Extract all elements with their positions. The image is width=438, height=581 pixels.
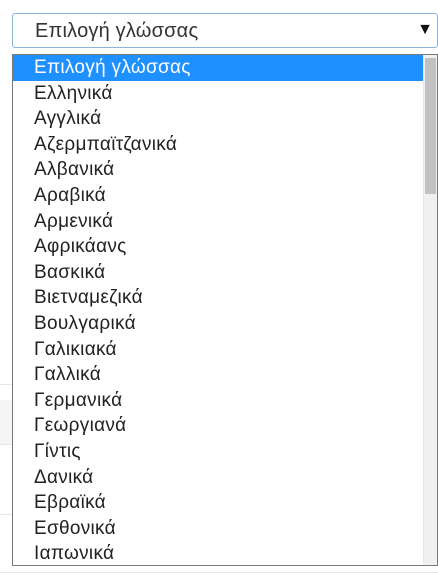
- option-list: Επιλογή γλώσσας Ελληνικά Αγγλικά Αζερμπαϊτζ…: [13, 55, 425, 565]
- page: Επιλογή γλώσσας ▼ Επιλογή γλώσσας Ελληνικ…: [0, 0, 438, 581]
- scrollbar-thumb[interactable]: [425, 58, 436, 194]
- language-option[interactable]: Αρμενικά: [13, 209, 425, 235]
- language-select[interactable]: Επιλογή γλώσσας ▼: [12, 13, 438, 48]
- language-option-selected[interactable]: Επιλογή γλώσσας: [13, 55, 425, 81]
- language-option[interactable]: Αφρικάανς: [13, 234, 425, 260]
- language-option[interactable]: Αγγλικά: [13, 106, 425, 132]
- language-option[interactable]: Γερμανικά: [13, 388, 425, 414]
- language-option[interactable]: Βασκικά: [13, 260, 425, 286]
- language-option[interactable]: Εσθονικά: [13, 516, 425, 542]
- language-option[interactable]: Γίντις: [13, 439, 425, 465]
- language-option[interactable]: Δανικά: [13, 465, 425, 491]
- language-option[interactable]: Ελληνικά: [13, 81, 425, 107]
- language-option[interactable]: Αλβανικά: [13, 157, 425, 183]
- background-divider: [0, 572, 438, 573]
- language-option[interactable]: Αραβικά: [13, 183, 425, 209]
- language-dropdown-list[interactable]: Επιλογή γλώσσας Ελληνικά Αγγλικά Αζερμπαϊτζ…: [12, 54, 438, 566]
- language-option[interactable]: Γεωργιανά: [13, 413, 425, 439]
- language-option[interactable]: Βιετναμεζικά: [13, 285, 425, 311]
- language-option[interactable]: Εβραϊκά: [13, 490, 425, 516]
- language-select-value: Επιλογή γλώσσας: [35, 20, 199, 42]
- language-option[interactable]: Γαλικιακά: [13, 337, 425, 363]
- triangle-down-icon[interactable]: ▼: [417, 20, 433, 40]
- language-option[interactable]: Αζερμπαϊτζανικά: [13, 132, 425, 158]
- language-option[interactable]: Ιαπωνικά: [13, 541, 425, 565]
- language-option[interactable]: Γαλλικά: [13, 362, 425, 388]
- scrollbar[interactable]: [423, 55, 437, 565]
- language-option[interactable]: Βουλγαρικά: [13, 311, 425, 337]
